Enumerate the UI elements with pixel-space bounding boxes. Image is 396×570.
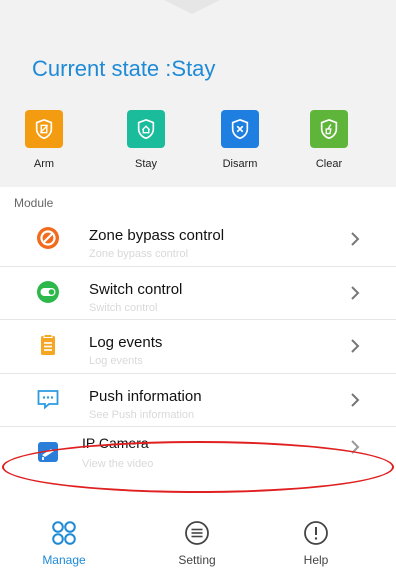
grid-circles-icon [52,521,76,545]
arm-button[interactable]: Arm [8,110,80,170]
arm-label: Arm [33,158,55,170]
menu-circle-icon [185,521,209,545]
disarm-button[interactable]: Disarm [204,110,276,170]
tab-label: Help [303,553,329,567]
clear-button[interactable]: Clear [293,110,365,170]
stay-label: Stay [134,158,157,170]
status-header: Current state :Stay Arm Stay Disarm Clea… [0,0,396,187]
clear-icon [310,110,348,148]
module-item-title: IP Camera [82,435,149,451]
bottom-tab-bar: Manage Setting Help [0,512,396,570]
module-item-subtitle: View the video [82,458,154,470]
module-item-subtitle: Zone bypass control [89,248,189,260]
chevron-right-icon [351,392,360,407]
current-state-title: Current state :Stay [32,56,216,81]
module-item-log-events[interactable]: Log events Log events [0,320,396,374]
tab-label: Setting [178,553,216,567]
module-item-subtitle: See Push information [89,408,195,421]
disarm-label: Disarm [222,158,258,170]
module-item-subtitle: Switch control [89,301,158,314]
module-list: Zone bypass control Zone bypass control … [0,213,396,480]
module-section-label: Module [14,196,54,210]
module-item-push-information[interactable]: Push information See Push information [0,374,396,427]
chevron-right-icon [351,339,360,353]
clear-label: Clear [315,158,343,170]
stay-icon [127,110,165,148]
header-notch [164,0,220,14]
exclamation-circle-icon [304,521,328,545]
module-item-ip-camera[interactable]: IP Camera View the video [0,427,396,480]
camera-icon [36,440,60,464]
chevron-right-icon [351,285,360,300]
arm-icon [25,110,63,148]
clipboard-icon [36,333,60,357]
tab-help[interactable]: Help [271,520,361,567]
tab-label: Manage [42,553,86,567]
chevron-right-icon [351,440,360,454]
module-item-switch-control[interactable]: Switch control Switch control [0,267,396,320]
stay-button[interactable]: Stay [110,110,182,170]
module-item-title: Log events [89,334,163,351]
toggle-icon [36,280,60,304]
tab-manage[interactable]: Manage [19,520,109,567]
module-item-title: Push information [89,387,202,405]
tab-setting[interactable]: Setting [152,520,242,567]
module-item-title: Switch control [89,280,183,298]
module-item-subtitle: Log events [89,355,143,367]
disarm-icon [221,110,259,148]
module-item-title: Zone bypass control [89,227,225,244]
prohibit-icon [36,226,60,250]
chevron-right-icon [351,232,360,246]
module-item-zone-bypass[interactable]: Zone bypass control Zone bypass control [0,213,396,267]
chat-icon [36,387,60,411]
